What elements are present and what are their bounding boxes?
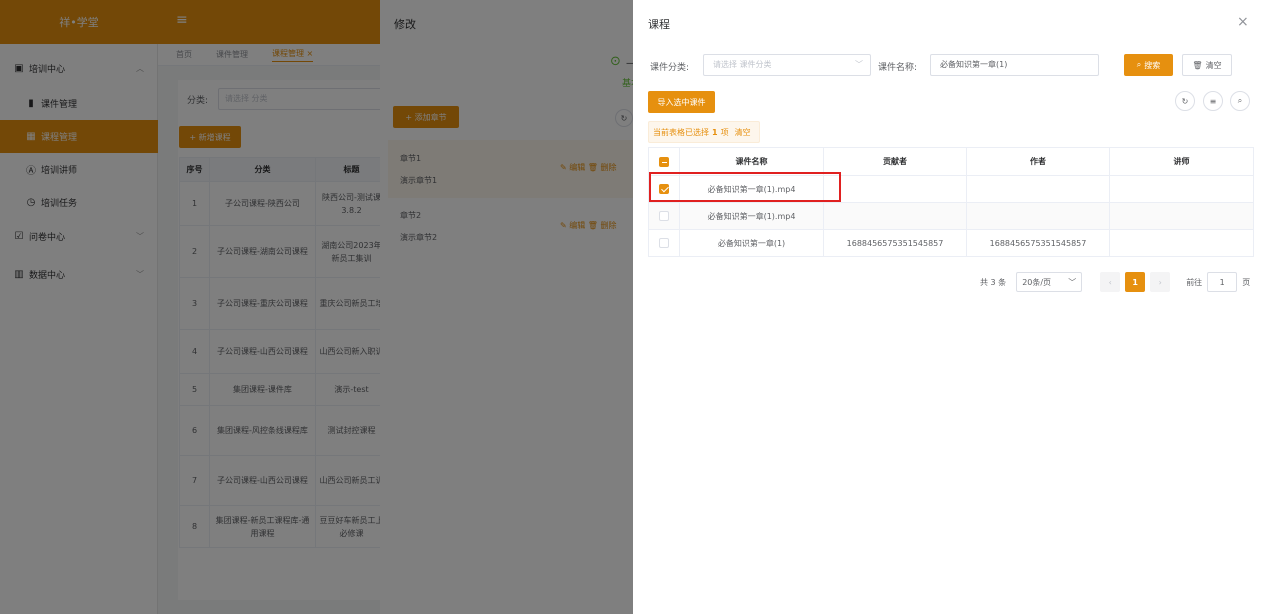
refresh-icon[interactable]: ↻ bbox=[1175, 91, 1195, 111]
row-name: 必备知识第一章(1) bbox=[679, 229, 824, 257]
category-label: 课件分类: bbox=[650, 63, 690, 73]
column-header: 作者 bbox=[966, 147, 1110, 176]
goto-label: 前往 bbox=[1186, 277, 1203, 287]
chevron-down-icon: ﹀ bbox=[855, 60, 863, 69]
highlight-box bbox=[649, 172, 841, 202]
next-page-button[interactable]: › bbox=[1150, 272, 1171, 292]
name-label: 课件名称: bbox=[878, 63, 918, 73]
table-row[interactable]: 必备知识第一章(1).mp4 bbox=[648, 202, 1254, 230]
category-placeholder: 请选择 课件分类 bbox=[713, 60, 772, 69]
selection-clear-link[interactable]: 清空 bbox=[735, 127, 751, 138]
search-icon: ⌕ bbox=[1136, 60, 1142, 69]
prev-page-button[interactable]: ‹ bbox=[1100, 272, 1121, 292]
total-count: 共 3 条 bbox=[980, 277, 1007, 287]
row-lecturer bbox=[1109, 229, 1254, 257]
selection-suffix: 项 bbox=[720, 127, 729, 137]
columns-icon[interactable]: ≡ bbox=[1203, 91, 1223, 111]
row-lecturer bbox=[1109, 175, 1254, 203]
selection-count: 1 bbox=[712, 127, 718, 137]
row-contributor bbox=[823, 175, 967, 203]
clear-button-label: 清空 bbox=[1205, 60, 1222, 70]
row-checkbox[interactable] bbox=[659, 238, 669, 248]
search-icon[interactable]: ⌕ bbox=[1230, 91, 1250, 111]
course-drawer bbox=[633, 0, 1267, 614]
selection-info: 当前表格已选择 1 项 清空 bbox=[648, 121, 760, 143]
page-size-select[interactable]: 20条/页 ﹀ bbox=[1016, 272, 1083, 292]
table-row[interactable]: 必备知识第一章(1) 1688456575351545857 168845657… bbox=[648, 229, 1254, 257]
selection-prefix: 当前表格已选择 bbox=[653, 127, 709, 137]
search-button[interactable]: ⌕ 搜索 bbox=[1124, 54, 1173, 76]
page-size-value: 20条/页 bbox=[1022, 277, 1052, 287]
chevron-down-icon: ﹀ bbox=[1068, 277, 1077, 287]
goto-input[interactable]: 1 bbox=[1207, 272, 1238, 292]
import-selected-button[interactable]: 导入选中课件 bbox=[648, 91, 715, 113]
page-unit-label: 页 bbox=[1242, 277, 1251, 287]
course-drawer-title: 课程 bbox=[648, 18, 670, 31]
page-number[interactable]: 1 bbox=[1125, 272, 1146, 292]
row-author bbox=[966, 202, 1110, 230]
row-contributor: 1688456575351545857 bbox=[823, 229, 967, 257]
courseware-table: 课件名称 贡献者 作者 讲师 必备知识第一章(1).mp4 必备知识第一章(1)… bbox=[648, 147, 1254, 257]
row-contributor bbox=[823, 202, 967, 230]
row-author: 1688456575351545857 bbox=[966, 229, 1110, 257]
category-select[interactable]: 请选择 课件分类 ﹀ bbox=[703, 54, 871, 76]
trash-icon: 🗑 bbox=[1192, 60, 1203, 70]
row-lecturer bbox=[1109, 202, 1254, 230]
checkbox-cell bbox=[648, 202, 680, 230]
select-all-checkbox[interactable] bbox=[659, 156, 669, 167]
row-name: 必备知识第一章(1).mp4 bbox=[679, 202, 824, 230]
name-input[interactable]: 必备知识第一章(1) bbox=[930, 54, 1099, 76]
row-author bbox=[966, 175, 1110, 203]
pagination: 共 3 条 20条/页 ﹀ ‹ 1 › 前往 1 页 bbox=[980, 272, 1250, 292]
column-header: 讲师 bbox=[1109, 147, 1254, 176]
clear-button[interactable]: 🗑 清空 bbox=[1182, 54, 1232, 76]
checkbox-cell bbox=[648, 229, 680, 257]
row-checkbox[interactable] bbox=[659, 211, 669, 221]
search-button-label: 搜索 bbox=[1144, 60, 1161, 70]
column-header: 贡献者 bbox=[823, 147, 967, 176]
close-icon[interactable]: × bbox=[1237, 14, 1249, 30]
